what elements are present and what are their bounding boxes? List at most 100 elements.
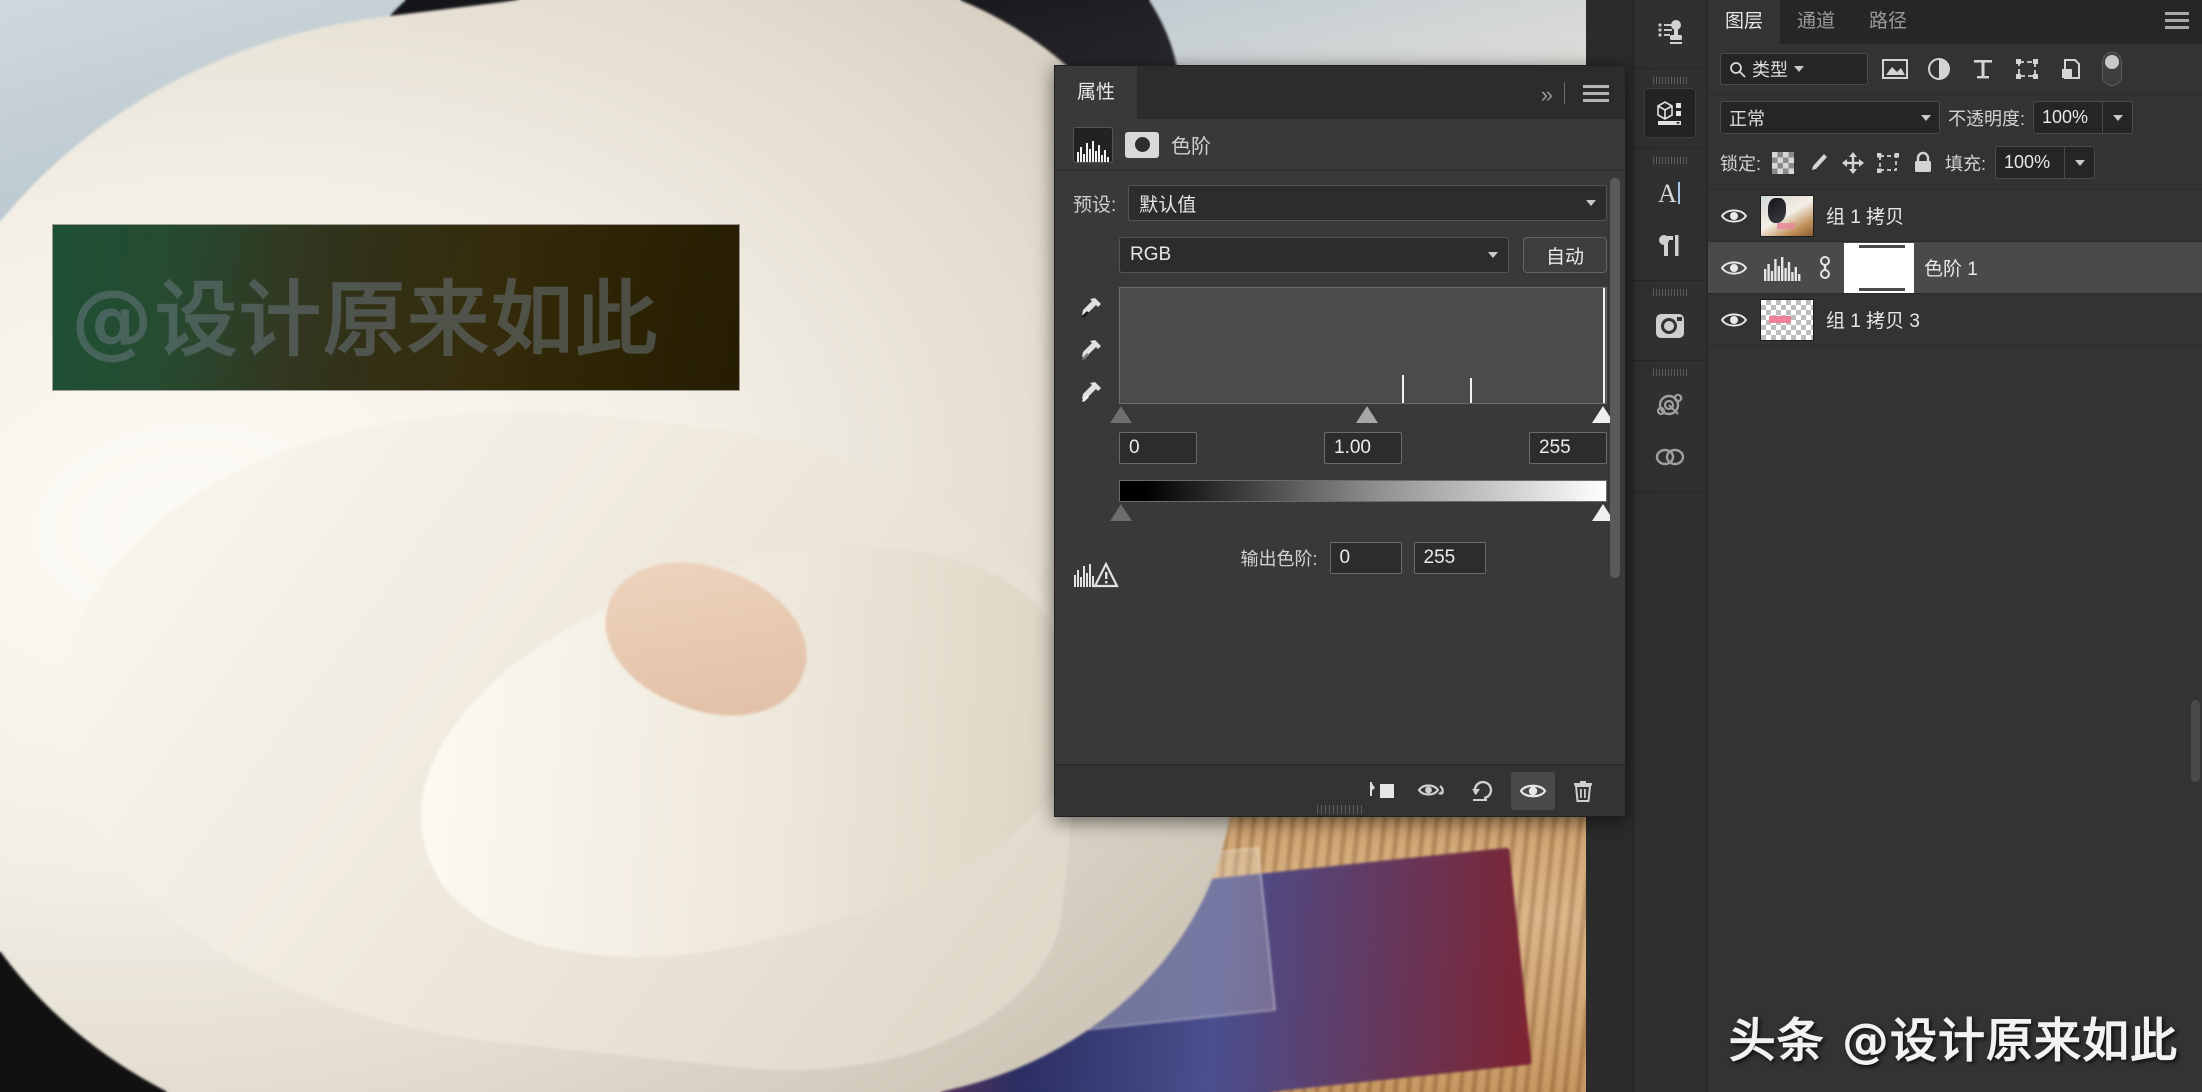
layer-thumbnail[interactable] bbox=[1760, 298, 1814, 341]
lock-position-button[interactable] bbox=[1840, 150, 1866, 176]
layers-scrollbar[interactable] bbox=[2191, 700, 2200, 782]
tab-properties[interactable]: 属性 bbox=[1055, 66, 1138, 119]
dock-grip[interactable] bbox=[1634, 367, 1706, 378]
white-input-field[interactable]: 255 bbox=[1529, 432, 1607, 464]
reset-adjustment-button[interactable] bbox=[1461, 772, 1505, 810]
lock-all-button[interactable] bbox=[1910, 150, 1936, 176]
levels-body: 预设: 默认值 RGB 自动 0 1.00 255 输出色阶: 0 255 bbox=[1055, 171, 1625, 588]
layers-panel-tabbar: 图层 通道 路径 bbox=[1708, 0, 2202, 44]
dock-grip[interactable] bbox=[1634, 75, 1706, 86]
tabbar-divider bbox=[1564, 82, 1565, 104]
layer-filter-type-select[interactable]: 类型 bbox=[1720, 53, 1868, 85]
thumbnail-image bbox=[1761, 195, 1813, 236]
white-output-field[interactable]: 255 bbox=[1413, 542, 1486, 574]
lock-row: 锁定: 填充: 100% bbox=[1708, 140, 2202, 190]
adjustments-icon bbox=[1656, 393, 1683, 416]
table-row[interactable]: 色阶 1 bbox=[1708, 242, 2202, 294]
set-gray-point-eyedropper[interactable] bbox=[1078, 337, 1104, 363]
layer-visibility-toggle[interactable] bbox=[1720, 311, 1748, 329]
black-input-slider[interactable] bbox=[1110, 406, 1132, 423]
histogram-warning[interactable] bbox=[1073, 561, 1119, 589]
gamma-input-field[interactable]: 1.00 bbox=[1324, 432, 1402, 464]
auto-button[interactable]: 自动 bbox=[1522, 237, 1607, 273]
output-levels-row: 输出色阶: 0 255 bbox=[1119, 542, 1607, 574]
filter-shape-button[interactable] bbox=[2010, 54, 2044, 84]
paragraph-panel-button[interactable] bbox=[1644, 220, 1696, 270]
layer-filter-row: 类型 bbox=[1708, 44, 2202, 95]
preset-select[interactable]: 默认值 bbox=[1128, 185, 1607, 221]
layer-visibility-toggle[interactable] bbox=[1720, 259, 1748, 277]
table-row[interactable]: 组 1 拷贝 bbox=[1708, 190, 2202, 242]
eye-icon bbox=[1721, 208, 1747, 223]
preset-row: 预设: 默认值 bbox=[1073, 185, 1607, 221]
libraries-3d-panel-button[interactable] bbox=[1644, 88, 1696, 138]
set-white-point-eyedropper[interactable] bbox=[1078, 379, 1104, 405]
clip-to-layer-button[interactable] bbox=[1361, 772, 1405, 810]
input-levels-fields: 0 1.00 255 bbox=[1119, 432, 1607, 464]
histogram-glyph bbox=[1077, 140, 1109, 162]
filter-type-button[interactable] bbox=[1966, 54, 2000, 84]
input-levels-slider[interactable] bbox=[1110, 404, 1615, 430]
layer-adjustment-thumbnail[interactable] bbox=[1760, 249, 1804, 287]
layer-mask-link-icon[interactable] bbox=[1816, 255, 1834, 281]
dock-grip[interactable] bbox=[1634, 287, 1706, 298]
blend-mode-select[interactable]: 正常 bbox=[1720, 101, 1940, 134]
thumbnail-transparent bbox=[1761, 299, 1813, 340]
layer-thumbnail[interactable] bbox=[1760, 194, 1814, 237]
properties-footer bbox=[1055, 764, 1625, 816]
tab-paths[interactable]: 路径 bbox=[1852, 0, 1924, 44]
watermark-text: 头条 @设计原来如此 bbox=[1728, 1013, 2178, 1069]
camera-raw-panel-button[interactable] bbox=[1644, 300, 1696, 350]
filter-type-icon bbox=[1974, 60, 1992, 79]
collapse-panel-button[interactable]: » bbox=[1541, 82, 1553, 108]
dock-group-camera bbox=[1634, 281, 1706, 361]
black-output-field[interactable]: 0 bbox=[1329, 542, 1402, 574]
dock-group-3d bbox=[1634, 69, 1706, 149]
lock-artboard-button[interactable] bbox=[1875, 150, 1901, 176]
channel-value: RGB bbox=[1130, 244, 1172, 265]
opacity-value[interactable]: 100% bbox=[2033, 101, 2104, 134]
filter-enable-toggle[interactable] bbox=[2102, 52, 2122, 86]
lock-transparent-pixels-button[interactable] bbox=[1770, 150, 1796, 176]
dock-group-clone bbox=[1634, 0, 1706, 69]
fill-value[interactable]: 100% bbox=[1995, 146, 2066, 179]
tab-layers[interactable]: 图层 bbox=[1708, 0, 1781, 44]
panel-resize-grip[interactable] bbox=[1317, 805, 1363, 814]
gamma-input-slider[interactable] bbox=[1355, 406, 1378, 423]
eye-undo-icon bbox=[1417, 783, 1444, 796]
adjustments-panel-button[interactable] bbox=[1644, 380, 1696, 430]
preset-label: 预设: bbox=[1073, 194, 1117, 216]
clone-source-panel-button[interactable] bbox=[1644, 8, 1696, 58]
layer-visibility-toggle[interactable] bbox=[1720, 207, 1748, 225]
cc-libraries-panel-button[interactable] bbox=[1644, 432, 1696, 482]
toggle-previous-state-button[interactable] bbox=[1411, 772, 1455, 810]
toggle-visibility-button[interactable] bbox=[1511, 771, 1555, 810]
eye-icon bbox=[1519, 784, 1547, 797]
set-black-point-eyedropper[interactable] bbox=[1078, 295, 1104, 321]
properties-panel-menu-icon[interactable] bbox=[1583, 85, 1609, 102]
opacity-stepper[interactable] bbox=[2103, 101, 2134, 134]
channel-select[interactable]: RGB bbox=[1119, 237, 1509, 273]
filter-smart-object-button[interactable] bbox=[2054, 54, 2088, 84]
layer-mask-thumbnail[interactable] bbox=[1846, 244, 1912, 291]
svg-text:A: A bbox=[1658, 179, 1677, 208]
properties-scrollbar[interactable] bbox=[1610, 178, 1620, 578]
fill-label: 填充: bbox=[1945, 153, 1987, 174]
levels-histogram[interactable] bbox=[1119, 287, 1607, 404]
filter-pixel-icon bbox=[1882, 59, 1908, 79]
delete-adjustment-button[interactable] bbox=[1561, 772, 1605, 810]
tab-channels[interactable]: 通道 bbox=[1780, 0, 1852, 44]
clone-stamp-icon bbox=[1658, 20, 1682, 44]
lock-image-pixels-button[interactable] bbox=[1805, 150, 1831, 176]
layers-panel-menu-icon[interactable] bbox=[2165, 12, 2189, 30]
output-levels-slider[interactable] bbox=[1110, 502, 1615, 528]
dock-grip[interactable] bbox=[1634, 155, 1706, 166]
black-input-field[interactable]: 0 bbox=[1119, 432, 1197, 464]
character-panel-button[interactable]: A bbox=[1644, 168, 1696, 218]
filter-adjustment-button[interactable] bbox=[1922, 54, 1956, 84]
filter-pixel-button[interactable] bbox=[1878, 54, 1912, 84]
fill-stepper[interactable] bbox=[2065, 146, 2096, 179]
table-row[interactable]: 组 1 拷贝 3 bbox=[1708, 294, 2202, 346]
pilcrow-icon bbox=[1659, 235, 1679, 256]
black-output-slider[interactable] bbox=[1110, 504, 1132, 521]
